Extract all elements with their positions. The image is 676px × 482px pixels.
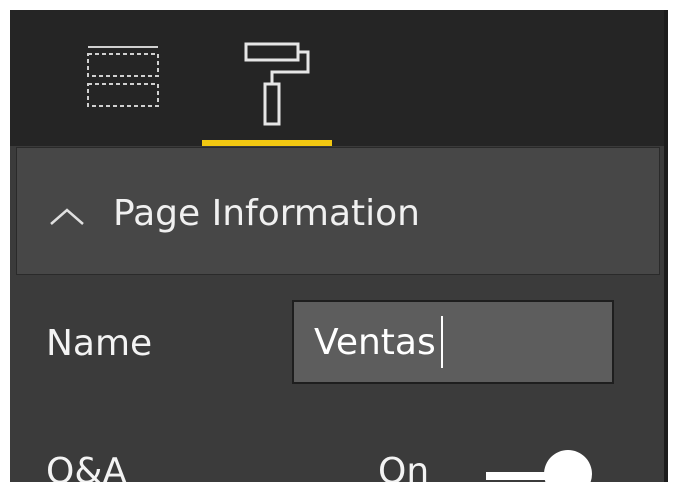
text-caret: [441, 316, 443, 368]
chevron-up-icon: [50, 208, 84, 225]
tab-fields[interactable]: [72, 10, 182, 146]
fields-icon: [87, 46, 159, 107]
pane-border: [664, 10, 668, 482]
paint-roller-icon: [244, 42, 310, 126]
section-title: Page Information: [113, 193, 420, 234]
active-tab-indicator: [202, 140, 332, 146]
name-input[interactable]: [292, 300, 614, 384]
section-header-page-information[interactable]: Page Information: [16, 147, 660, 275]
tab-format[interactable]: [202, 10, 332, 146]
qa-toggle[interactable]: [486, 450, 606, 482]
format-pane: Page Information Name Q&A On: [10, 10, 664, 482]
pane-toolbar: [10, 10, 664, 146]
qa-state-label: On: [378, 451, 430, 482]
qa-label: Q&A: [46, 451, 128, 482]
toggle-knob: [544, 450, 592, 482]
name-label: Name: [46, 323, 153, 364]
